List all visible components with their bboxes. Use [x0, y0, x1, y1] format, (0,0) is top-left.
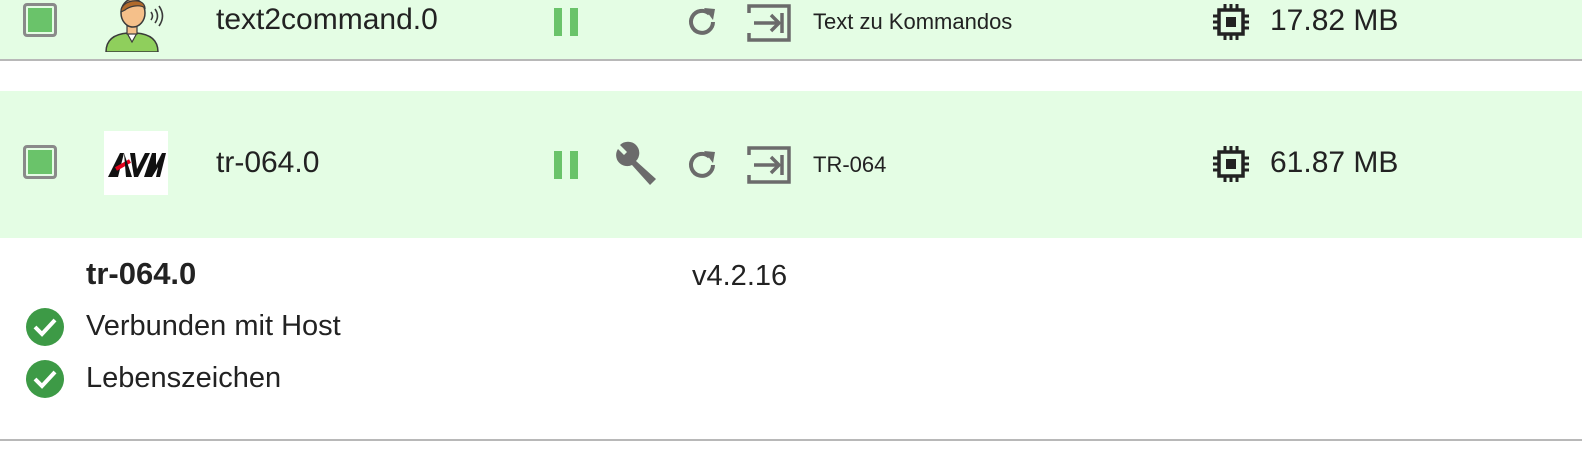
pause-icon[interactable] [554, 8, 580, 36]
status-connected-host: Verbunden mit Host [86, 310, 341, 342]
instance-select-checkbox[interactable] [23, 145, 57, 179]
reload-icon[interactable] [684, 147, 720, 183]
memory-usage: 17.82 MB [1270, 4, 1399, 37]
wrench-icon[interactable] [610, 141, 658, 189]
memory-usage: 61.87 MB [1270, 146, 1399, 179]
instance-row-tr064: tr-064.0 TR-064 61.87 MB [0, 91, 1582, 238]
reload-icon[interactable] [684, 4, 720, 40]
avm-logo [104, 131, 168, 195]
instance-details-panel: tr-064.0 v4.2.16 Verbunden mit Host Lebe… [0, 238, 1582, 441]
instance-row-text2command: text2command.0 Text zu Kommandos 17.82 M… [0, 0, 1582, 61]
instance-name: text2command.0 [216, 3, 438, 36]
instance-select-checkbox[interactable] [23, 3, 57, 37]
log-icon[interactable] [746, 145, 792, 185]
details-instance-name: tr-064.0 [86, 256, 197, 291]
instance-title: Text zu Kommandos [813, 9, 1013, 34]
pause-icon[interactable] [554, 151, 580, 179]
check-circle-icon [25, 359, 65, 399]
person-speaking-icon [100, 0, 172, 52]
details-version: v4.2.16 [692, 260, 788, 292]
chip-icon [1212, 3, 1250, 41]
log-icon[interactable] [746, 3, 792, 43]
instance-name: tr-064.0 [216, 146, 320, 179]
check-circle-icon [25, 307, 65, 347]
chip-icon [1212, 145, 1250, 183]
instance-title: TR-064 [813, 152, 887, 177]
status-heartbeat: Lebenszeichen [86, 362, 282, 394]
